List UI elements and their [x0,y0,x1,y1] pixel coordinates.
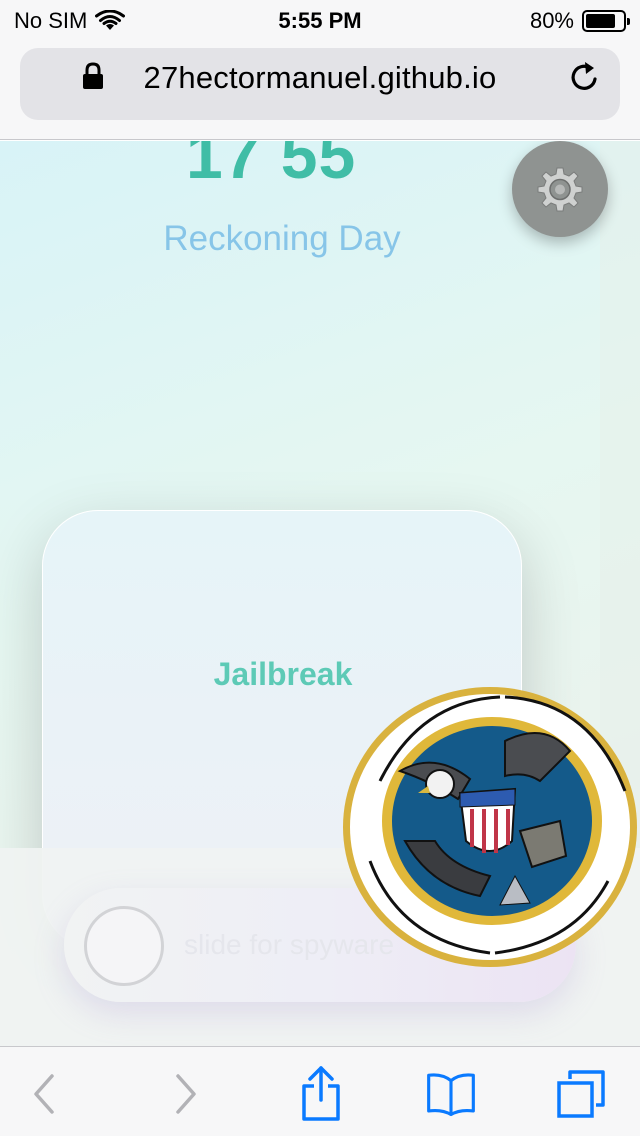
back-button[interactable] [20,1069,70,1119]
battery-icon [582,10,630,32]
spyware-seal-sticker [343,687,637,967]
clock-text: 17 55 [186,141,357,192]
reload-icon[interactable] [568,60,602,94]
share-button[interactable] [296,1066,346,1121]
screen: No SIM 5:55 PM 80% 27hectormanuel.github… [0,0,640,1136]
chevron-right-icon [176,1074,196,1114]
web-page: 17 55 Reckoning Day Jailbreak slide for … [0,141,640,1046]
forward-button[interactable] [160,1069,210,1119]
tabs-icon [557,1070,605,1118]
url-text[interactable]: 27hectormanuel.github.io [0,60,640,96]
battery-level [586,14,615,28]
status-right: 80% [529,8,630,34]
browser-toolbar [0,1046,640,1136]
tabs-button[interactable] [556,1069,606,1119]
share-icon [302,1066,340,1121]
browser-top-bar: 27hectormanuel.github.io [0,40,640,140]
book-icon [427,1073,475,1117]
slider-knob[interactable] [84,906,164,986]
bookmarks-button[interactable] [426,1069,476,1119]
status-bar: No SIM 5:55 PM 80% [0,0,640,40]
gear-icon [537,167,583,212]
day-title: Reckoning Day [163,219,401,258]
chevron-left-icon [34,1074,54,1114]
settings-button[interactable] [512,141,608,237]
battery-percent: 80% [529,8,574,33]
